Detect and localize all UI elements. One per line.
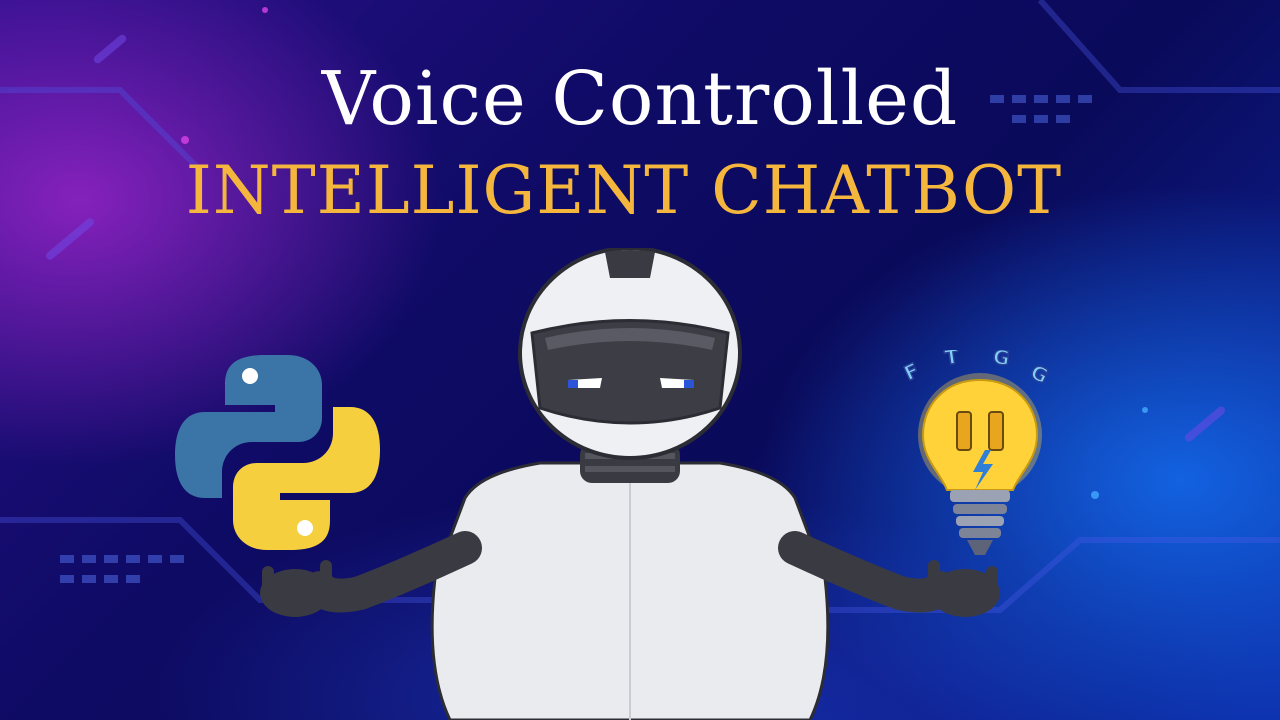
thumbnail-canvas: Voice Controlled INTELLIGENT CHATBOT F T… xyxy=(0,0,1280,720)
title-line-1: Voice Controlled xyxy=(321,56,959,142)
logo-letter-g1: G xyxy=(992,350,1012,370)
title-line-2: INTELLIGENT CHATBOT xyxy=(185,152,1063,229)
logo-letter-f: F xyxy=(900,358,923,386)
logo-letter-t: T xyxy=(943,350,960,370)
logo-letter-g2: G xyxy=(1027,360,1052,389)
lightbulb-logo-icon: F T G G xyxy=(900,350,1053,555)
